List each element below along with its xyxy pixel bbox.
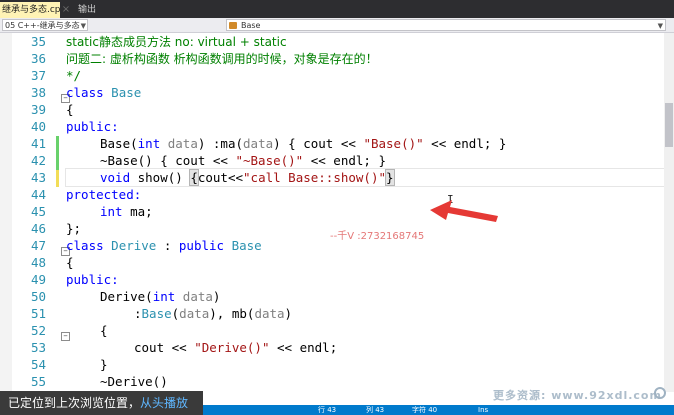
status-char: 字符 40 xyxy=(412,406,438,414)
code-lines[interactable]: static静态成员方法 no: virtual + static 问题二: 虚… xyxy=(65,33,667,392)
chevron-down-icon: ▼ xyxy=(80,22,86,30)
status-col: 列 43 xyxy=(366,406,385,414)
code-line: ~Base() { cout << "~Base()" << endl; } xyxy=(100,153,386,168)
breakpoint-gutter[interactable] xyxy=(0,33,12,392)
line-number: 36 xyxy=(30,51,46,66)
document-tab-strip: 继承与多态.cpp* × 输出 xyxy=(0,0,674,18)
line-number-column: 35 36 37 38 39 40 41 42 43 44 45 46 47 48 49 50 51 52 53 54… xyxy=(12,33,50,392)
project-dropdown[interactable]: 05 C++-继承与多态 ▼ xyxy=(2,19,88,31)
site-logo-icon xyxy=(654,387,666,399)
line-number: 54 xyxy=(30,357,46,372)
line-number: 53 xyxy=(30,340,46,355)
unsaved-change-marker xyxy=(56,170,59,187)
class-icon xyxy=(229,22,237,29)
status-ins: Ins xyxy=(478,406,489,414)
code-line: :Base(data), mb(data) xyxy=(134,306,293,321)
code-line: { xyxy=(66,255,74,270)
resume-toast: 已定位到上次浏览位置，从头播放 xyxy=(0,391,203,415)
scrollbar-thumb[interactable] xyxy=(665,103,673,147)
code-line: 问题二: 虚析构函数 析构函数调用的时候，对象是存在的！ xyxy=(66,52,378,66)
line-number: 38 xyxy=(30,85,46,100)
chevron-down-icon: ▼ xyxy=(657,22,663,30)
vertical-scrollbar[interactable] xyxy=(664,33,674,392)
line-number: 42 xyxy=(30,153,46,168)
code-line: public: xyxy=(66,272,119,287)
project-dropdown-label: 05 C++-继承与多态 xyxy=(5,21,80,30)
code-line: Derive(int data) xyxy=(100,289,221,304)
line-number: 44 xyxy=(30,187,46,202)
toast-text: 已定位到上次浏览位置， xyxy=(8,396,141,410)
scope-dropdown-label: Base xyxy=(241,21,261,30)
site-watermark: 更多资源: www.92xdl.com xyxy=(493,389,662,402)
status-row: 行 43 xyxy=(318,406,337,414)
code-line: public: xyxy=(66,119,119,134)
restart-link[interactable]: 从头播放 xyxy=(140,396,188,410)
line-number: 41 xyxy=(30,136,46,151)
code-line: */ xyxy=(66,68,82,83)
line-number: 49 xyxy=(30,272,46,287)
tab-output[interactable]: 输出 xyxy=(74,2,114,18)
line-number: 39 xyxy=(30,102,46,117)
line-number: 46 xyxy=(30,221,46,236)
line-number: 45 xyxy=(30,204,46,219)
code-editor[interactable]: 35 36 37 38 39 40 41 42 43 44 45 46 47 48 49 50 51 52 53 54… xyxy=(0,33,674,392)
code-line: { xyxy=(100,323,108,338)
navigation-bar: 05 C++-继承与多态 ▼ Base ▼ xyxy=(0,18,674,33)
code-line: protected: xyxy=(66,187,142,202)
code-line: { xyxy=(66,102,74,117)
line-number: 47 xyxy=(30,238,46,253)
code-line: class Base xyxy=(66,85,142,100)
code-line: } xyxy=(100,357,108,372)
line-number: 55 xyxy=(30,374,46,389)
code-line: static静态成员方法 no: virtual + static xyxy=(66,35,287,49)
line-number: 40 xyxy=(30,119,46,134)
code-line: Base(int data) :ma(data) { cout << "Base… xyxy=(100,136,507,151)
contact-watermark: --千V :2732168745 xyxy=(330,231,425,242)
saved-change-marker xyxy=(56,136,59,170)
line-number: 43 xyxy=(30,170,46,185)
scope-dropdown[interactable]: Base ▼ xyxy=(226,19,666,31)
line-number: 48 xyxy=(30,255,46,270)
line-number: 52 xyxy=(30,323,46,338)
code-line: int ma; xyxy=(100,204,153,219)
code-line-current: void show() {cout<<"call Base::show()"} xyxy=(65,168,667,187)
tab-active-file[interactable]: 继承与多态.cpp* xyxy=(0,2,60,18)
line-number: 35 xyxy=(30,34,46,49)
line-number: 37 xyxy=(30,68,46,83)
line-number: 51 xyxy=(30,306,46,321)
line-number: 50 xyxy=(30,289,46,304)
red-arrow-annotation xyxy=(430,200,498,222)
tab-close-icon[interactable]: × xyxy=(60,4,72,16)
code-line: cout << "Derive()" << endl; xyxy=(134,340,338,355)
